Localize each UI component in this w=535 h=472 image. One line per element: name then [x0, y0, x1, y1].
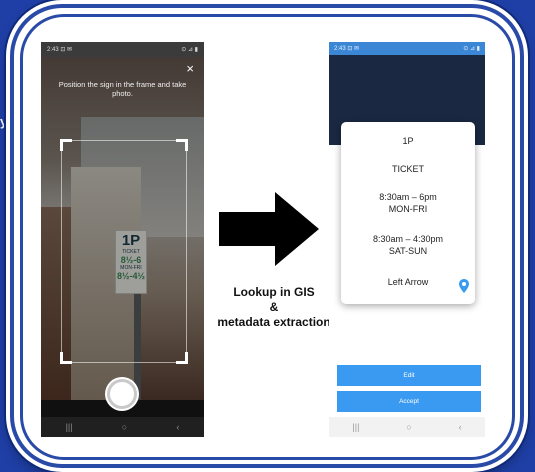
frame-corner: [60, 139, 72, 151]
capture-frame: [60, 139, 188, 364]
result-phone-screen: 2:43 ⊡ ✉ ⊙ ⊿ ▮ 1P TICKET 8:30am – 6pm MO…: [329, 42, 485, 437]
back-icon[interactable]: ‹: [459, 422, 462, 432]
shutter-button[interactable]: [107, 379, 137, 409]
frame-corner: [176, 352, 188, 364]
android-navbar: ||| ○ ‹: [329, 417, 485, 437]
close-icon[interactable]: ×: [186, 62, 194, 75]
edit-button[interactable]: Edit: [337, 365, 481, 386]
home-icon[interactable]: ○: [406, 422, 411, 432]
status-time: 2:43 ⊡ ✉: [334, 46, 360, 52]
android-navbar: ||| ○ ‹: [41, 417, 204, 437]
camera-phone-screen: 2:43 ⊡ ✉ ⊙ ⊿ ▮ 1P TICKET 8½-6 MON-FRI 8½…: [41, 42, 204, 437]
weekday-hours: 8:30am – 6pm: [379, 192, 437, 202]
frame-corner: [60, 352, 72, 364]
caption-line-2: &: [269, 300, 279, 314]
capture-instruction: Position the sign in the frame and take …: [58, 80, 187, 98]
status-time: 2:43 ⊡ ✉: [47, 47, 73, 53]
caption-line-1: Lookup in GIS: [233, 285, 315, 299]
slide-panel: 2:43 ⊡ ✉ ⊙ ⊿ ▮ 1P TICKET 8½-6 MON-FRI 8½…: [20, 14, 515, 460]
parking-limit: 1P: [402, 136, 414, 146]
status-icons: ⊙ ⊿ ▮: [181, 47, 198, 53]
status-bar: 2:43 ⊡ ✉ ⊙ ⊿ ▮: [41, 42, 204, 57]
weekend-hours: 8:30am – 4:30pm: [372, 234, 444, 244]
status-bar: 2:43 ⊡ ✉ ⊙ ⊿ ▮: [329, 42, 485, 55]
location-pin-icon[interactable]: [459, 279, 469, 293]
caption-line-3: metadata extraction: [217, 315, 331, 329]
stray-letter: y: [0, 114, 8, 129]
home-icon[interactable]: ○: [122, 422, 127, 432]
status-icons: ⊙ ⊿ ▮: [463, 46, 480, 52]
frame-corner: [176, 139, 188, 151]
recents-icon[interactable]: |||: [352, 422, 359, 432]
parking-type: TICKET: [391, 164, 424, 174]
sign-info-card: 1P TICKET 8:30am – 6pm MON-FRI 8:30am – …: [341, 122, 475, 304]
recents-icon[interactable]: |||: [66, 422, 73, 432]
process-caption: Lookup in GIS & metadata extraction: [209, 285, 339, 330]
accept-button[interactable]: Accept: [337, 391, 481, 412]
weekend-days: SAT-SUN: [388, 246, 428, 256]
right-arrow-icon: [219, 192, 319, 266]
weekday-days: MON-FRI: [388, 204, 428, 214]
arrow-direction: Left Arrow: [387, 277, 429, 287]
back-icon[interactable]: ‹: [176, 422, 179, 432]
